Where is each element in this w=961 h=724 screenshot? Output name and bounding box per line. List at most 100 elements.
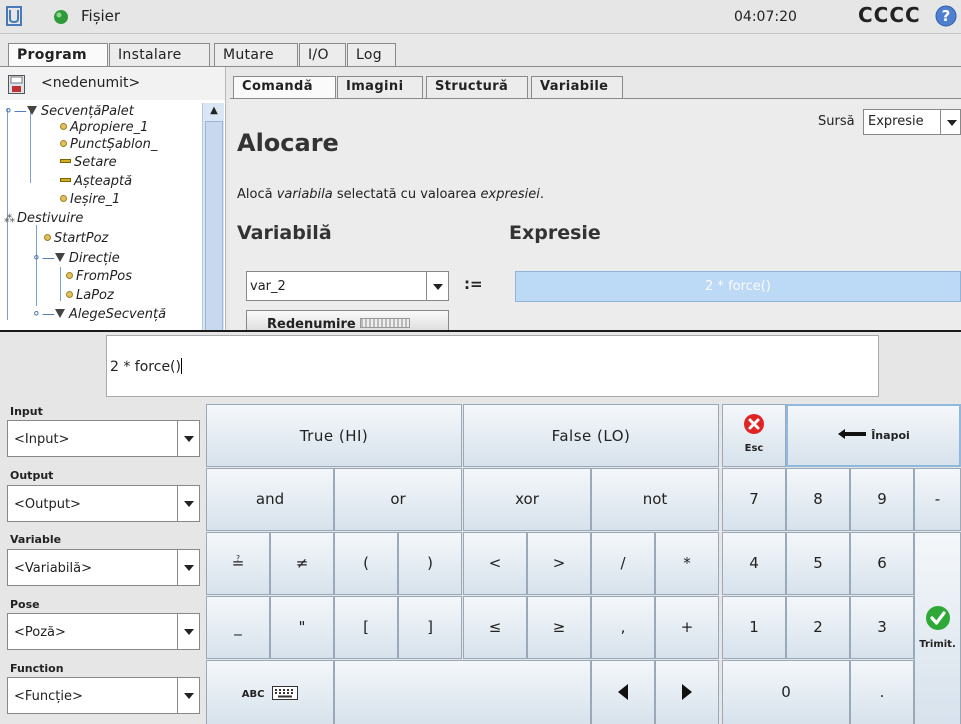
quote-key[interactable]: " — [270, 596, 334, 659]
checkmark-icon — [925, 606, 950, 630]
back-button[interactable]: Înapoi — [786, 404, 961, 467]
divide-key[interactable]: / — [591, 532, 655, 595]
tab-log[interactable]: Log — [347, 43, 396, 67]
greater-equal-key[interactable]: ≥ — [527, 596, 591, 659]
source-dropdown[interactable]: Expresie — [863, 109, 961, 135]
minus-key[interactable]: - — [914, 468, 961, 531]
variable-dropdown[interactable]: var_2 — [246, 271, 449, 301]
esc-button[interactable]: Esc — [722, 404, 786, 467]
tab-command[interactable]: Comandă — [233, 76, 336, 99]
tree-item[interactable]: Apropiere_1 — [60, 120, 148, 135]
false-key[interactable]: False (LO) — [463, 404, 719, 467]
digit-6-key[interactable]: 6 — [850, 532, 914, 595]
set-icon — [60, 159, 71, 163]
digit-9-key[interactable]: 9 — [850, 468, 914, 531]
tree-item[interactable]: Setare — [60, 155, 117, 170]
scroll-up-icon[interactable]: ▲ — [206, 105, 222, 119]
tree-item[interactable]: ⚬— SecvențăPalet — [3, 104, 134, 119]
chevron-down-icon — [177, 550, 199, 585]
function-dropdown[interactable]: <Funcție> — [7, 677, 200, 714]
waypoint-icon — [66, 291, 73, 298]
tree-item[interactable]: Ieșire_1 — [60, 192, 120, 207]
or-key[interactable]: or — [334, 468, 462, 531]
digit-7-key[interactable]: 7 — [722, 468, 786, 531]
tree-item[interactable]: LaPoz — [66, 288, 114, 303]
tree-item[interactable]: StartPoz — [44, 231, 108, 246]
tree-scrollbar[interactable]: ▲ — [202, 103, 224, 330]
input-dropdown[interactable]: <Input> — [7, 420, 200, 457]
scroll-thumb[interactable] — [205, 121, 223, 330]
tab-program[interactable]: Program — [8, 43, 108, 68]
tab-graphics[interactable]: Imagini — [337, 76, 423, 98]
digit-4-key[interactable]: 4 — [722, 532, 786, 595]
plus-key[interactable]: + — [655, 596, 719, 659]
chevron-down-icon — [426, 272, 448, 300]
function-label: Function — [10, 662, 64, 675]
program-file-header: <nedenumit> — [0, 67, 225, 100]
tab-installation[interactable]: Instalare — [109, 43, 210, 67]
variable-label: Variable — [10, 533, 62, 546]
less-than-key[interactable]: < — [463, 532, 527, 595]
tree-item[interactable]: ⚬— Direcție — [31, 251, 120, 266]
right-bracket-key[interactable]: ] — [398, 596, 462, 659]
save-file-icon[interactable] — [8, 75, 25, 94]
digit-5-key[interactable]: 5 — [786, 532, 850, 595]
tree-item[interactable]: ⁂ Destivuire — [4, 211, 83, 226]
multiply-key[interactable]: * — [655, 532, 719, 595]
submit-button[interactable]: Trimit. — [914, 532, 961, 724]
greater-than-key[interactable]: > — [527, 532, 591, 595]
waypoint-icon — [44, 234, 51, 241]
chevron-down-icon — [940, 110, 960, 134]
expression-heading: Expresie — [509, 222, 601, 244]
chevron-down-icon — [177, 678, 199, 713]
file-menu[interactable]: Fișier — [81, 7, 120, 25]
text-caret — [180, 358, 182, 374]
underscore-key[interactable]: _ — [206, 596, 270, 659]
true-key[interactable]: True (HI) — [206, 404, 462, 467]
folder-triangle-icon — [54, 253, 65, 262]
equals-key[interactable]: ≟ — [206, 532, 270, 595]
digit-0-key[interactable]: 0 — [722, 660, 850, 724]
left-bracket-key[interactable]: [ — [334, 596, 398, 659]
help-icon[interactable]: ? — [935, 5, 957, 27]
not-key[interactable]: not — [591, 468, 719, 531]
input-label: Input — [10, 405, 43, 418]
variable-picker-dropdown[interactable]: <Variabilă> — [7, 549, 200, 586]
pose-dropdown[interactable]: <Poză> — [7, 613, 200, 650]
tree-item[interactable]: FromPos — [66, 269, 132, 284]
left-paren-key[interactable]: ( — [334, 532, 398, 595]
title-bar: Fișier 04:07:20 CCCC ? — [0, 0, 961, 34]
expression-input[interactable]: 2 * force() — [106, 335, 879, 397]
right-paren-key[interactable]: ) — [398, 532, 462, 595]
digit-8-key[interactable]: 8 — [786, 468, 850, 531]
output-dropdown[interactable]: <Output> — [7, 485, 200, 522]
expression-field[interactable]: 2 * force() — [515, 271, 961, 302]
tab-variables[interactable]: Variabile — [531, 76, 623, 98]
and-key[interactable]: and — [206, 468, 334, 531]
tab-io[interactable]: I/O — [299, 43, 346, 67]
digit-3-key[interactable]: 3 — [850, 596, 914, 659]
triangle-left-icon — [618, 684, 628, 700]
tree-item[interactable]: Așteaptă — [60, 174, 132, 189]
cursor-left-key[interactable] — [591, 660, 655, 724]
waypoint-icon — [66, 272, 73, 279]
not-equal-key[interactable]: ≠ — [270, 532, 334, 595]
tree-item[interactable]: PunctȘablon_ — [60, 137, 157, 152]
space-key[interactable] — [334, 660, 591, 724]
tab-structure[interactable]: Structură — [426, 76, 528, 98]
source-label: Sursă — [818, 114, 855, 129]
status-globe-icon[interactable] — [53, 9, 69, 25]
digit-2-key[interactable]: 2 — [786, 596, 850, 659]
tab-move[interactable]: Mutare — [214, 43, 298, 67]
xor-key[interactable]: xor — [463, 468, 591, 531]
comma-key[interactable]: , — [591, 596, 655, 659]
less-equal-key[interactable]: ≤ — [463, 596, 527, 659]
tree-item[interactable]: ⚬— AlegeSecvență — [31, 307, 166, 322]
digit-1-key[interactable]: 1 — [722, 596, 786, 659]
abc-keyboard-key[interactable]: ABC — [206, 660, 334, 724]
ur-logo-icon — [6, 6, 22, 26]
rename-button[interactable]: Redenumire — [246, 310, 449, 331]
program-file-name: <nedenumit> — [41, 75, 141, 91]
cursor-right-key[interactable] — [655, 660, 719, 724]
decimal-point-key[interactable]: . — [850, 660, 914, 724]
